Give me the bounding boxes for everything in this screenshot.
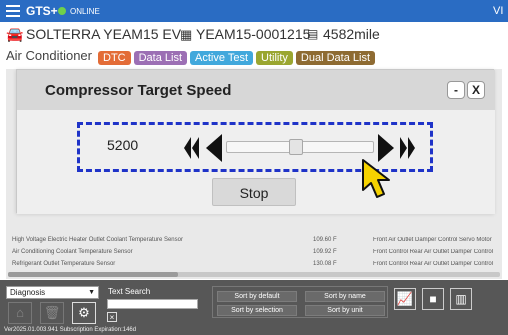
row-value: 130.08 F	[313, 261, 337, 267]
dropdown-value: Diagnosis	[10, 288, 46, 297]
vehicle-id: YEAM15-0001215	[196, 26, 311, 42]
settings-icon[interactable]: ⚙	[72, 302, 96, 324]
tab-data-list[interactable]: Data List	[133, 51, 188, 65]
online-icon	[58, 7, 66, 15]
table-row: Air Conditioning Coolant Temperature Sen…	[6, 249, 502, 257]
close-button[interactable]: X	[467, 81, 485, 99]
table-row: Refrigerant Outlet Temperature Sensor 13…	[6, 261, 502, 269]
horizontal-scrollbar[interactable]	[8, 272, 500, 277]
stop-button[interactable]: Stop	[212, 178, 296, 206]
row-other: Front Control Rear Air Outlet Damper Con…	[373, 249, 494, 255]
vehicle-model: SOLTERRA YEAM15 EV	[26, 26, 182, 42]
delete-icon[interactable]: 🗑	[40, 302, 64, 324]
menu-icon[interactable]	[6, 5, 20, 17]
sort-default-button[interactable]: Sort by default	[217, 291, 297, 302]
speed-value: 5200	[107, 137, 139, 153]
increase-fast-icon[interactable]	[396, 131, 426, 165]
row-name: High Voltage Electric Heater Outlet Cool…	[12, 237, 183, 243]
vehicle-bar: 🚘 SOLTERRA YEAM15 EV ▦ YEAM15-0001215 ▤ …	[0, 22, 508, 44]
pointer-cursor-icon	[362, 159, 390, 198]
sort-selection-button[interactable]: Sort by selection	[217, 305, 297, 316]
odometer-icon: ▤	[307, 27, 319, 41]
row-other: Front Control Rear Air Outlet Damper Con…	[373, 261, 494, 267]
table-row: High Voltage Electric Heater Outlet Cool…	[6, 237, 502, 245]
minimize-button[interactable]: -	[447, 81, 465, 99]
text-search-input[interactable]	[107, 299, 198, 309]
text-search-label: Text Search	[108, 287, 151, 296]
row-other: Front Air Outlet Damper Control Servo Mo…	[373, 237, 492, 243]
version-text: Ver2025.01.003.941 Subscription Expirati…	[4, 327, 137, 333]
tab-dtc[interactable]: DTC	[98, 51, 131, 65]
sort-name-button[interactable]: Sort by name	[305, 291, 385, 302]
toolbox-icon[interactable]: ⌂	[8, 302, 32, 324]
tab-bar: DTC Data List Active Test Utility Dual Data …	[98, 48, 378, 66]
top-bar: GTS+ ONLINE VI	[0, 0, 508, 22]
row-name: Air Conditioning Coolant Temperature Sen…	[12, 249, 133, 255]
app-name: GTS+	[26, 4, 58, 18]
mode-dropdown[interactable]: Diagnosis ▼	[6, 286, 99, 299]
tab-utility[interactable]: Utility	[256, 51, 293, 65]
chevron-down-icon: ▼	[88, 289, 95, 296]
row-name: Refrigerant Outlet Temperature Sensor	[12, 261, 116, 267]
row-value: 109.92 F	[313, 249, 337, 255]
id-icon: ▦	[180, 27, 193, 42]
dialog-title: Compressor Target Speed	[45, 82, 232, 99]
tab-dual-data-list[interactable]: Dual Data List	[295, 51, 376, 65]
section-title: Air Conditioner	[6, 48, 92, 63]
decrease-icon[interactable]	[202, 131, 226, 165]
row-value: 109.60 F	[313, 237, 337, 243]
breadcrumb: Air Conditioner DTC Data List Active Test U…	[0, 44, 508, 66]
vehicle-mileage: 4582mile	[323, 26, 380, 42]
car-icon: 🚘	[6, 26, 24, 42]
sort-group: Sort by default Sort by name Sort by sel…	[212, 286, 388, 318]
clear-search-icon[interactable]: ×	[107, 312, 117, 322]
graph-icon[interactable]: 📈	[394, 288, 416, 310]
footer: Diagnosis ▼ ⌂ 🗑 ⚙ Text Search × Sort by …	[0, 280, 508, 335]
status-text: ONLINE	[70, 7, 100, 16]
camera-icon[interactable]: ■	[422, 288, 444, 310]
topbar-corner-text: VI	[493, 5, 504, 17]
dialog-header: Compressor Target Speed - X	[17, 70, 495, 110]
speed-slider-thumb[interactable]	[289, 139, 303, 155]
layout-icon[interactable]: ▥	[450, 288, 472, 310]
sort-unit-button[interactable]: Sort by unit	[305, 305, 385, 316]
tab-active-test[interactable]: Active Test	[190, 51, 254, 65]
